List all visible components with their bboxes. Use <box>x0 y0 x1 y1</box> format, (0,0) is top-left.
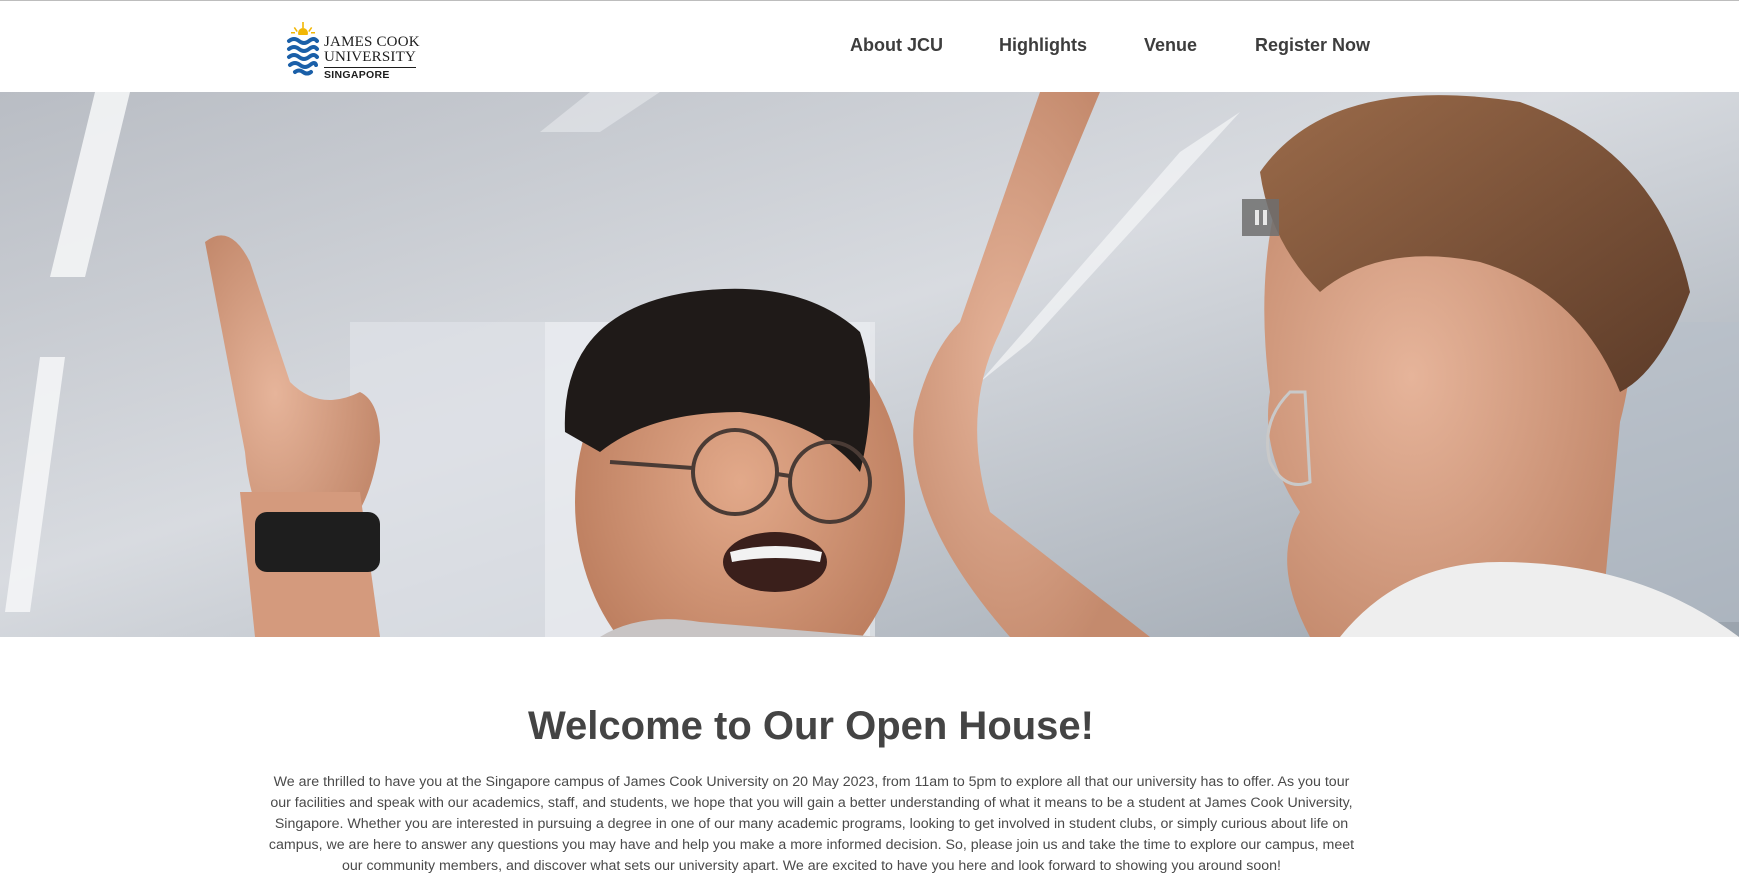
pause-icon-bar <box>1262 210 1267 225</box>
main-nav: About JCU Highlights Venue Register Now <box>0 35 1739 59</box>
hero-video <box>0 92 1739 637</box>
hero-video-frame <box>0 92 1739 637</box>
intro-paragraph: We are thrilled to have you at the Singa… <box>268 774 1355 874</box>
video-pause-button[interactable] <box>1242 199 1279 236</box>
nav-register-now[interactable]: Register Now <box>1255 35 1370 56</box>
pause-icon <box>1254 210 1259 225</box>
page-title: Welcome to Our Open House! <box>528 704 1094 748</box>
logo-line-3: SINGAPORE <box>324 67 416 81</box>
nav-about-jcu[interactable]: About JCU <box>850 35 943 56</box>
nav-highlights[interactable]: Highlights <box>999 35 1087 56</box>
site-header: JAMES COOK UNIVERSITY SINGAPORE About JC… <box>0 1 1739 92</box>
nav-venue[interactable]: Venue <box>1144 35 1197 56</box>
